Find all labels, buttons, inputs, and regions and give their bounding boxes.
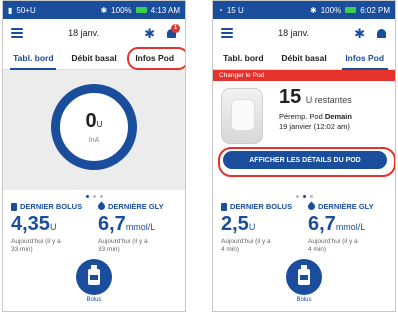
bolus-button[interactable] [76, 259, 112, 295]
pod-icon: ▮ [8, 5, 13, 15]
insulin-unit: U [96, 119, 103, 129]
pod-info-panel: Changer le Pod 15 U restantes Péremp. Po… [213, 70, 395, 190]
status-insulin: 50+U [16, 5, 36, 15]
bolus-label: Bolus [86, 297, 102, 303]
vial-icon [298, 265, 310, 285]
bolus-button[interactable] [286, 259, 322, 295]
last-glucose-title: DERNIÈRE GLY [108, 202, 164, 211]
bolus-label: Bolus [296, 297, 312, 303]
status-bar: ◔ 15 U ✱ 100% 6:02 PM [213, 1, 395, 19]
bluetooth-icon: ✱ [100, 5, 108, 15]
pod-icon: ◔ [218, 5, 223, 15]
tab-basal-rate[interactable]: Débit basal [274, 47, 335, 69]
last-glucose-unit: mmol/L [335, 222, 366, 232]
pod-units-remaining: 15 U restantes [279, 86, 352, 109]
last-bolus-time: Aujourd'hui (il y a4 min) [221, 238, 271, 253]
last-bolus-unit: U [49, 222, 57, 232]
pod-units-label: U restantes [305, 95, 352, 105]
vial-icon [88, 265, 100, 285]
last-glucose-title: DERNIÈRE GLY [318, 202, 374, 211]
tab-bar: Tabl. bord Débit basal Infos Pod [3, 47, 185, 70]
tab-pod-info[interactable]: Infos Pod [334, 47, 395, 70]
last-bolus-value: 2,5 [221, 213, 249, 235]
last-glucose-value: 6,7 [308, 213, 336, 235]
gear-icon[interactable]: ✱ [144, 27, 155, 40]
tab-bar: Tabl. bord Débit basal Infos Pod [213, 47, 395, 70]
last-bolus-title: DERNIER BOLUS [230, 202, 293, 211]
tab-dashboard[interactable]: Tabl. bord [213, 47, 274, 69]
page-dot [302, 194, 306, 198]
phone-screen-dashboard: ▮ 50+U ✱ 100% 4:13 AM 18 janv. ✱ 1 Tabl.… [2, 0, 186, 312]
status-time: 4:13 AM [150, 5, 180, 15]
phone-screen-pod-info: ◔ 15 U ✱ 100% 6:02 PM 18 janv. ✱ Tabl. b… [212, 0, 396, 312]
tab-basal-rate[interactable]: Débit basal [64, 47, 125, 69]
page-indicator [3, 190, 185, 202]
menu-icon[interactable] [221, 28, 233, 38]
last-bolus-time: Aujourd'hui (il y a 33 min) [11, 238, 61, 253]
page-dot [92, 194, 96, 198]
last-bolus: DERNIER BOLUS 2,5U Aujourd'hui (il y a4 … [217, 202, 304, 254]
pod-expiry-date: 19 janvier (12:02 am) [279, 122, 350, 131]
last-glucose-time: Aujourd'hui (il y a4 min) [308, 238, 358, 253]
change-pod-banner[interactable]: Changer le Pod [213, 70, 395, 81]
insulin-label: InA [88, 136, 100, 144]
view-pod-details-button[interactable]: AFFICHER LES DÉTAILS DU POD [223, 151, 387, 169]
page-indicator [213, 190, 395, 202]
page-dot [85, 194, 89, 198]
last-bolus-unit: U [248, 222, 256, 232]
battery-icon [345, 7, 357, 13]
bluetooth-icon: ✱ [310, 5, 317, 15]
drop-icon [96, 201, 107, 212]
vial-icon [221, 202, 227, 211]
pod-image [221, 88, 263, 144]
stats-row: DERNIER BOLUS 4,35U Aujourd'hui (il y a3… [3, 201, 185, 254]
menu-icon[interactable] [11, 28, 23, 38]
tab-pod-info[interactable]: Infos Pod [124, 47, 185, 69]
insulin-value: 0 [85, 109, 97, 132]
page-dot [295, 194, 299, 198]
pod-expiry: Péremp. Pod Demain 19 janvier (12:02 am) [279, 112, 352, 132]
last-bolus-title: DERNIER BOLUS [20, 202, 83, 211]
page-dot [309, 194, 313, 198]
pod-expiry-label: Péremp. Pod [279, 112, 323, 121]
insulin-on-board-ring: 0U InA [51, 84, 137, 170]
status-bar: ▮ 50+U ✱ 100% 4:13 AM [3, 1, 185, 19]
pod-units-value: 15 [279, 86, 302, 108]
last-glucose-time: Aujourd'hui (il y a 33 min) [98, 238, 148, 253]
header-date: 18 janv. [68, 28, 99, 38]
vial-icon [11, 202, 17, 211]
battery-percent: 100% [111, 5, 132, 15]
status-time: 6:02 PM [360, 5, 390, 15]
bell-icon[interactable] [375, 26, 387, 40]
status-insulin: 15 U [226, 5, 244, 15]
tab-dashboard[interactable]: Tabl. bord [3, 47, 64, 70]
app-header: 18 janv. ✱ [213, 19, 395, 47]
last-bolus: DERNIER BOLUS 4,35U Aujourd'hui (il y a3… [7, 202, 94, 254]
last-glucose-unit: mmol/L [125, 222, 156, 232]
last-glucose-value: 6,7 [98, 213, 126, 235]
header-date: 18 janv. [278, 28, 309, 38]
battery-percent: 100% [320, 5, 342, 15]
pod-expiry-value: Demain [324, 112, 352, 121]
bolus-area: Bolus [213, 259, 395, 311]
last-glucose: DERNIÈRE GLY 6,7mmol/L Aujourd'hui (il y… [304, 201, 391, 254]
bell-icon[interactable]: 1 [165, 24, 180, 40]
last-glucose: DERNIÈRE GLY 6,7mmol/L Aujourd'hui (il y… [94, 201, 181, 254]
notification-badge: 1 [170, 24, 180, 33]
stats-row: DERNIER BOLUS 2,5U Aujourd'hui (il y a4 … [213, 201, 395, 254]
battery-icon [135, 7, 147, 13]
app-header: 18 janv. ✱ 1 [3, 19, 185, 47]
page-dot [99, 194, 103, 198]
bolus-area: Bolus [3, 259, 185, 311]
drop-icon [306, 201, 317, 212]
dashboard-panel: 0U InA [3, 70, 185, 190]
last-bolus-value: 4,35 [11, 213, 50, 235]
gear-icon[interactable]: ✱ [354, 27, 365, 40]
